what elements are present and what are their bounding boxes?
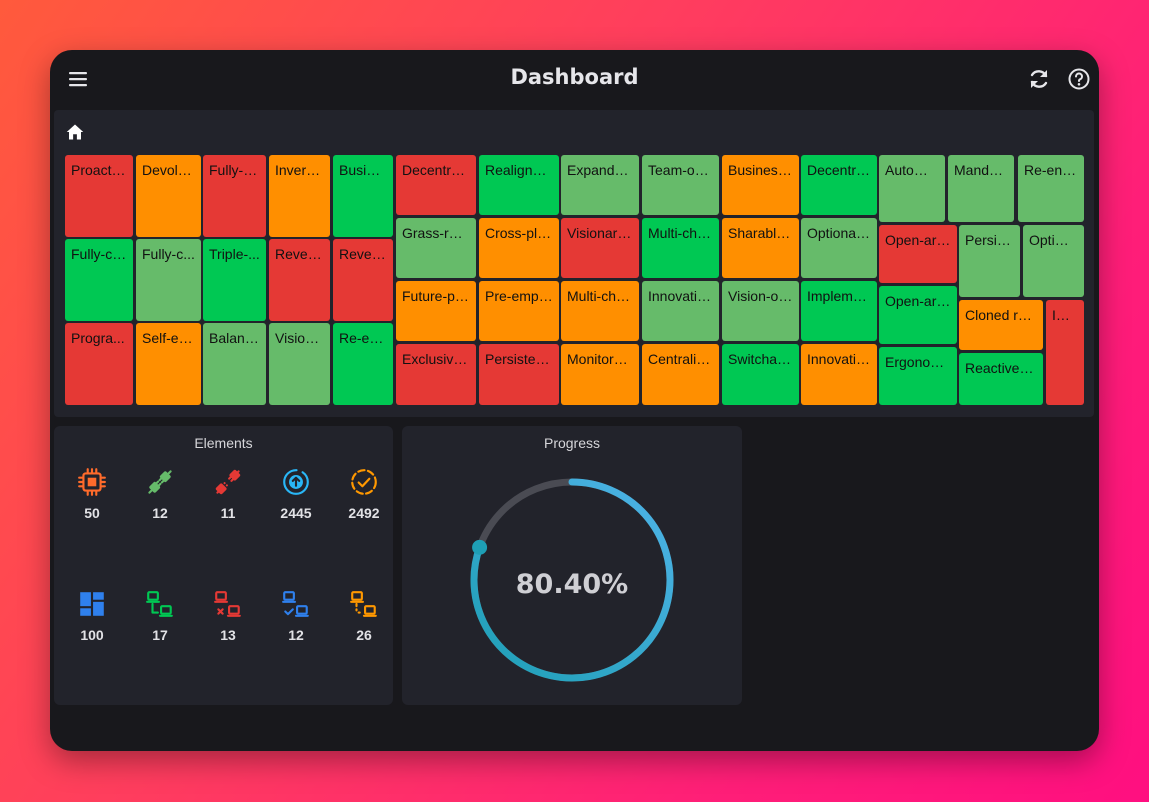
treemap-cell[interactable]: Self-en... [136, 323, 201, 405]
arrow-up-circle-icon [283, 469, 309, 495]
element-stat[interactable]: 50 [62, 467, 122, 521]
treemap-cell[interactable]: Busine... [333, 155, 393, 237]
treemap-cell[interactable]: Fully-co... [65, 239, 133, 321]
treemap-cell[interactable]: Re-engi... [1018, 155, 1084, 222]
element-stat-value: 50 [84, 505, 100, 521]
element-stat-value: 13 [220, 627, 236, 643]
treemap-cell[interactable]: Monitore... [561, 344, 639, 405]
treemap-cell[interactable]: Triple-... [203, 239, 266, 321]
treemap-cell[interactable]: Future-pr... [396, 281, 476, 341]
element-stat-value: 26 [356, 627, 372, 643]
element-stat-value: 12 [152, 505, 168, 521]
treemap-cell[interactable]: Decentrali... [396, 155, 476, 215]
treemap-cell[interactable]: Fully-c... [136, 239, 201, 321]
treemap-cell[interactable]: Business-... [722, 155, 799, 215]
element-stat[interactable]: 2492 [334, 467, 394, 521]
treemap-cell[interactable]: Persist... [959, 225, 1020, 297]
treemap-cell[interactable]: Progra... [65, 323, 133, 405]
treemap-cell[interactable]: Exclusive l... [396, 344, 476, 405]
element-stat-value: 11 [220, 505, 236, 521]
check-circle-dashed-icon [351, 469, 377, 495]
element-stat[interactable]: 11 [198, 467, 258, 521]
treemap-cell[interactable]: Visionary ... [561, 218, 639, 278]
treemap-cell[interactable]: Ergonom... [879, 347, 957, 405]
treemap-cell[interactable]: Cloned ro... [959, 300, 1043, 350]
treemap-panel: Proactiv... Devolv... Fully-c... Inverse...… [54, 110, 1094, 417]
treemap-cell[interactable]: Fully-c... [203, 155, 266, 237]
element-stat[interactable]: 100 [62, 589, 122, 643]
dashboard-window: Dashboard Proactiv... Devolv... Fully-c...… [50, 50, 1099, 751]
treemap-cell[interactable]: Balanc... [203, 323, 266, 405]
treemap-cell[interactable]: Grass-roo... [396, 218, 476, 278]
element-stat-value: 12 [288, 627, 304, 643]
plug-disconnected-icon [215, 469, 241, 495]
home-icon[interactable] [66, 123, 84, 141]
treemap-cell[interactable]: Team-ori... [642, 155, 719, 215]
progress-panel: Progress 80.40% [402, 426, 742, 705]
treemap-cell[interactable]: Vision-... [269, 323, 330, 405]
network-icon [146, 591, 173, 617]
elements-title: Elements [194, 435, 253, 451]
treemap-cell[interactable]: Expanded... [561, 155, 639, 215]
treemap-cell[interactable]: Cross-pla... [479, 218, 559, 278]
treemap-cell[interactable]: Open-arc... [879, 286, 957, 344]
element-stat-value: 2492 [348, 505, 380, 521]
chip-icon [78, 468, 106, 496]
treemap-cell[interactable]: Optimi... [1023, 225, 1084, 297]
treemap-cell[interactable]: Impleme... [801, 281, 877, 341]
treemap-cell[interactable]: Switchab... [722, 344, 799, 405]
help-icon[interactable] [1067, 67, 1091, 91]
element-stat-value: 17 [152, 627, 168, 643]
treemap-cell[interactable]: Mandat... [948, 155, 1014, 222]
network-x-icon [214, 591, 241, 617]
element-stat[interactable]: 2445 [266, 467, 326, 521]
treemap-cell[interactable]: Inverse... [269, 155, 330, 237]
treemap-cell[interactable]: Reactive h... [959, 353, 1043, 405]
plug-connected-icon [148, 470, 172, 494]
treemap-cell[interactable]: Proactiv... [65, 155, 133, 237]
treemap-cell[interactable]: Innovativ... [642, 281, 719, 341]
network-check-icon [282, 591, 309, 617]
treemap-cell[interactable]: Centraliz... [642, 344, 719, 405]
refresh-icon[interactable] [1027, 67, 1051, 91]
treemap-cell[interactable]: Automa... [879, 155, 945, 222]
page-title: Dashboard [510, 65, 639, 89]
element-stat[interactable]: 12 [130, 467, 190, 521]
treemap-cell[interactable]: Sharable ... [722, 218, 799, 278]
gauge-knob [472, 539, 488, 555]
element-stat[interactable]: 26 [334, 589, 394, 643]
element-stat[interactable]: 12 [266, 589, 326, 643]
treemap-cell[interactable]: Realigned... [479, 155, 559, 215]
treemap-cell[interactable]: Re-en... [333, 323, 393, 405]
progress-value: 80.40% [515, 569, 629, 600]
treemap-cell[interactable]: Pre-empti... [479, 281, 559, 341]
treemap-cell[interactable]: Devolv... [136, 155, 201, 237]
top-bar: Dashboard [50, 50, 1099, 108]
treemap-cell[interactable]: Optional ... [801, 218, 877, 278]
treemap-cell[interactable]: Multi-cha... [642, 218, 719, 278]
treemap-cell[interactable]: Multi-cha... [561, 281, 639, 341]
treemap-cell[interactable]: Vision-or... [722, 281, 799, 341]
element-stat[interactable]: 13 [198, 589, 258, 643]
treemap-cell[interactable]: Innovativ... [801, 344, 877, 405]
treemap-cell[interactable]: Decentra... [801, 155, 877, 215]
treemap-cell[interactable]: Revers... [333, 239, 393, 321]
elements-panel: Elements 50 12 11 2445 2492 100 17 13 12 26 [54, 426, 393, 705]
treemap-cell[interactable]: Revers... [269, 239, 330, 321]
network-pending-icon [350, 591, 377, 617]
treemap-cell[interactable]: Persistent... [479, 344, 559, 405]
treemap-cell[interactable]: Open-arc... [879, 225, 957, 283]
treemap-cell[interactable]: Im... [1046, 300, 1084, 405]
dashboard-grid-icon [80, 592, 104, 616]
element-stat-value: 100 [80, 627, 104, 643]
element-stat[interactable]: 17 [130, 589, 190, 643]
element-stat-value: 2445 [280, 505, 312, 521]
progress-gauge [470, 478, 674, 682]
